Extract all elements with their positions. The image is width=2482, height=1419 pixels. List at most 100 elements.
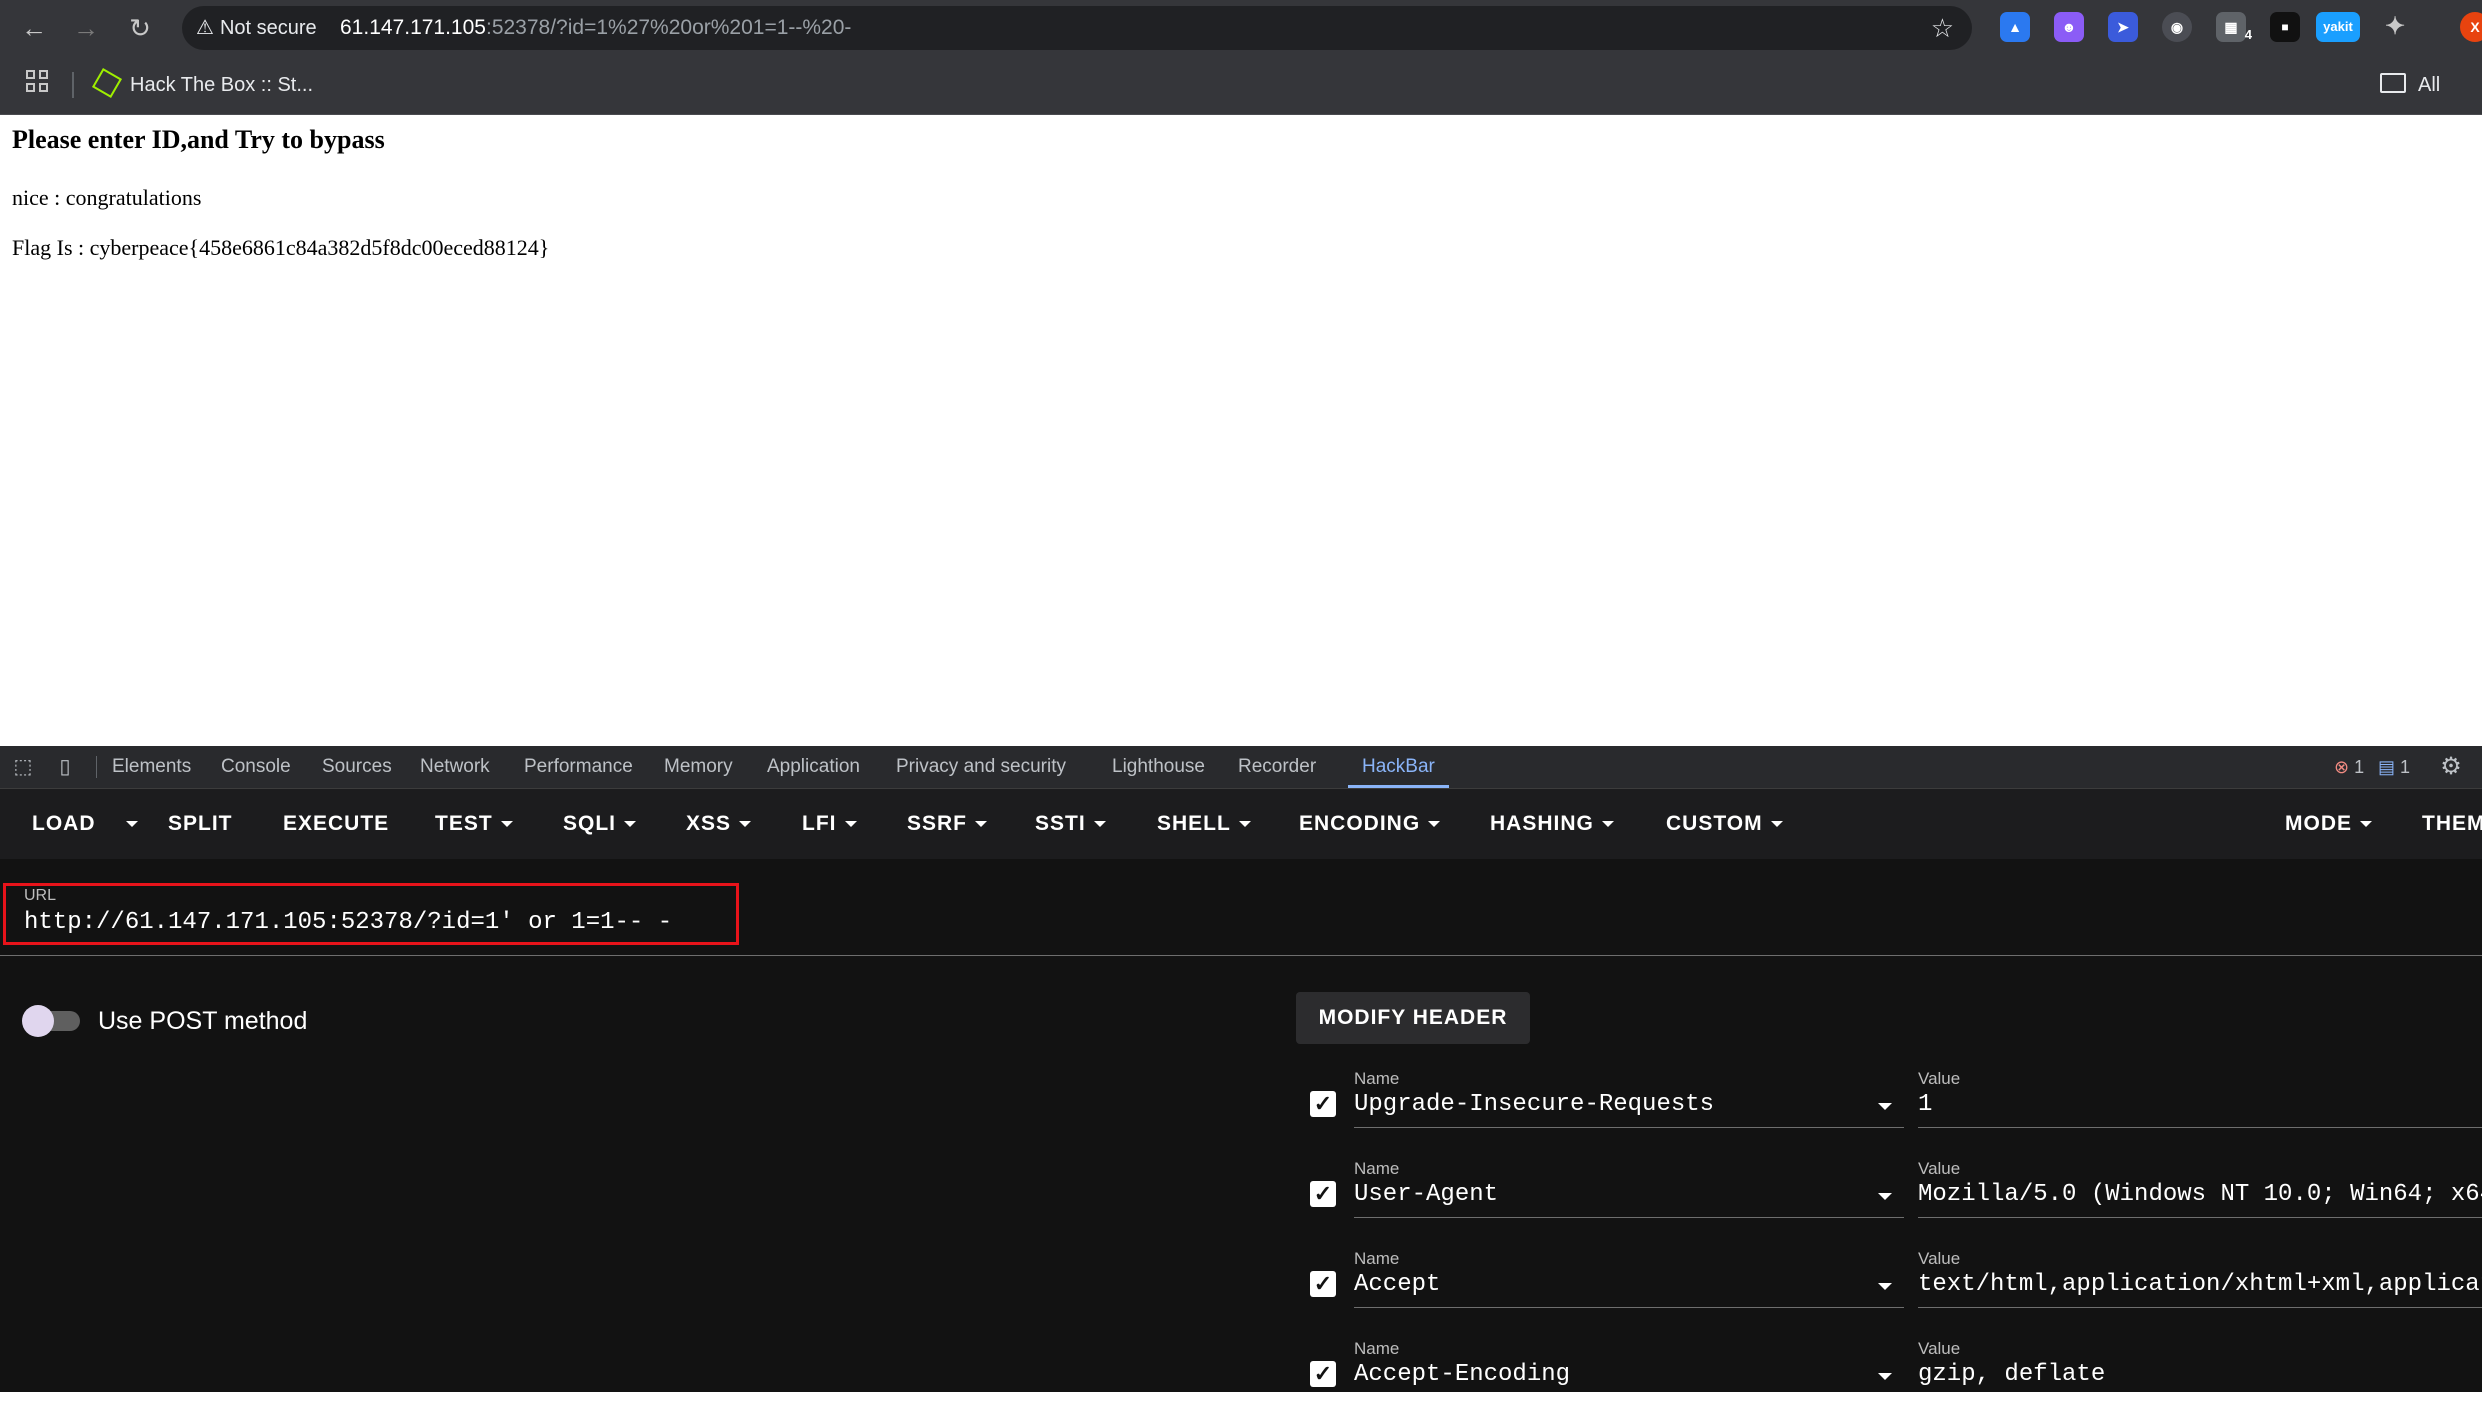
security-indicator[interactable]: ⚠ Not secure [196, 6, 317, 50]
warning-icon: ⚠ [196, 17, 214, 39]
tab-recorder[interactable]: Recorder [1238, 746, 1316, 788]
result-text: nice : congratulations [12, 185, 202, 210]
apps-grid-icon[interactable] [26, 70, 52, 96]
message-count[interactable]: ▤ 1 [2378, 746, 2410, 788]
tab-divider [96, 756, 97, 778]
lfi-menu[interactable]: LFI [802, 789, 857, 859]
chevron-down-icon [975, 821, 988, 827]
chevron-down-icon [126, 821, 138, 827]
chevron-down-icon [1601, 821, 1614, 827]
dropdown-arrow-icon[interactable] [1878, 1373, 1892, 1380]
forward-icon[interactable]: → [66, 8, 106, 48]
devtools-panel: ⬚ ▯ Elements Console Sources Network Per… [0, 746, 2482, 1392]
header-row: ✓ Name Accept Value text/html,applicatio… [1310, 1249, 2482, 1329]
bookmark-hackthebox[interactable]: Hack The Box :: St... [91, 56, 313, 114]
profile-avatar[interactable]: X [2460, 12, 2482, 42]
theme-menu[interactable]: THEME [2422, 789, 2482, 859]
custom-menu[interactable]: CUSTOM [1666, 789, 1783, 859]
modify-header-button[interactable]: MODIFY HEADER [1296, 992, 1530, 1044]
dropdown-arrow-icon[interactable] [1878, 1103, 1892, 1110]
name-underline [1354, 1307, 1904, 1308]
bookmarks-bar: Hack The Box :: St... All Bookmarks [0, 56, 2482, 154]
name-underline [1354, 1127, 1904, 1128]
header-value-input[interactable]: Mozilla/5.0 (Windows NT 10.0; Win64; x64… [1918, 1181, 2482, 1208]
post-toggle[interactable] [22, 1005, 54, 1037]
message-icon: ▤ [2378, 757, 2396, 777]
header-name-input[interactable]: Accept [1354, 1271, 1440, 1298]
dropdown-arrow-icon[interactable] [1878, 1283, 1892, 1290]
hackbar-toolbar: LOAD SPLIT EXECUTE TEST SQLI XSS LFI SSR… [0, 789, 2482, 859]
header-value-label: Value [1918, 1069, 1961, 1088]
hashing-menu[interactable]: HASHING [1490, 789, 1614, 859]
chevron-down-icon [844, 821, 857, 827]
tab-application[interactable]: Application [767, 746, 860, 788]
device-toolbar-icon[interactable]: ▯ [54, 756, 76, 778]
tab-console[interactable]: Console [221, 746, 291, 788]
extension-icon-4[interactable]: ◉ [2162, 12, 2192, 42]
value-underline [1918, 1217, 2482, 1218]
chevron-down-icon [1093, 821, 1106, 827]
yakit-extension-icon[interactable]: yakit [2316, 12, 2360, 42]
back-icon[interactable]: ← [14, 8, 54, 48]
header-value-label: Value [1918, 1339, 1961, 1358]
tab-privacy[interactable]: Privacy and security [896, 746, 1066, 788]
hackbar-body: URL http://61.147.171.105:52378/?id=1' o… [0, 859, 2482, 1392]
tab-sources[interactable]: Sources [322, 746, 392, 788]
extension-icon-3[interactable]: ➤ [2108, 12, 2138, 42]
settings-gear-icon[interactable]: ⚙ [2440, 755, 2462, 779]
header-name-label: Name [1354, 1339, 1400, 1358]
extension-icon-2[interactable]: ☻ [2054, 12, 2084, 42]
header-name-input[interactable]: Accept-Encoding [1354, 1361, 1570, 1388]
tab-hackbar[interactable]: HackBar [1348, 746, 1449, 788]
xss-menu[interactable]: XSS [686, 789, 752, 859]
tab-network[interactable]: Network [420, 746, 490, 788]
header-checkbox[interactable]: ✓ [1310, 1361, 1336, 1387]
header-name-input[interactable]: Upgrade-Insecure-Requests [1354, 1091, 1714, 1118]
address-url[interactable]: 61.147.171.105:52378/?id=1%27%20or%201=1… [340, 6, 851, 50]
inspect-element-icon[interactable]: ⬚ [12, 756, 34, 778]
chevron-down-icon [1428, 821, 1441, 827]
header-checkbox[interactable]: ✓ [1310, 1091, 1336, 1117]
header-checkbox[interactable]: ✓ [1310, 1181, 1336, 1207]
all-bookmarks[interactable]: All Bookmarks [2380, 56, 2482, 154]
tab-memory[interactable]: Memory [664, 746, 733, 788]
ssrf-menu[interactable]: SSRF [907, 789, 988, 859]
reload-icon[interactable]: ↻ [120, 8, 160, 48]
load-dropdown[interactable] [118, 789, 138, 859]
dropdown-arrow-icon[interactable] [1878, 1193, 1892, 1200]
header-value-input[interactable]: 1 [1918, 1091, 2482, 1118]
post-method-label: Use POST method [98, 1007, 308, 1035]
extension-icon-5[interactable]: ▦ 4 [2216, 12, 2252, 42]
test-menu[interactable]: TEST [435, 789, 513, 859]
bookmarks-divider [72, 72, 74, 98]
header-row: ✓ Name Accept-Encoding Value gzip, defla… [1310, 1339, 2482, 1419]
page-heading: Please enter ID,and Try to bypass [12, 125, 385, 154]
header-value-input[interactable]: gzip, deflate [1918, 1361, 2482, 1388]
split-button[interactable]: SPLIT [168, 789, 233, 859]
flag-text: Flag Is : cyberpeace{458e6861c84a382d5f8… [12, 235, 550, 260]
sqli-menu[interactable]: SQLI [563, 789, 637, 859]
extension-icon-6[interactable]: ■ [2270, 12, 2300, 42]
header-row: ✓ Name Upgrade-Insecure-Requests Value 1 [1310, 1069, 2482, 1149]
address-bar[interactable]: ⚠ Not secure 61.147.171.105:52378/?id=1%2… [182, 6, 1972, 50]
ssti-menu[interactable]: SSTI [1035, 789, 1106, 859]
tab-lighthouse[interactable]: Lighthouse [1112, 746, 1205, 788]
tab-performance[interactable]: Performance [524, 746, 633, 788]
tab-elements[interactable]: Elements [112, 746, 191, 788]
shell-menu[interactable]: SHELL [1157, 789, 1251, 859]
error-count[interactable]: ⊗ 1 [2334, 746, 2364, 788]
execute-button[interactable]: EXECUTE [283, 789, 389, 859]
encoding-menu[interactable]: ENCODING [1299, 789, 1441, 859]
header-name-input[interactable]: User-Agent [1354, 1181, 1498, 1208]
bookmark-star-icon[interactable]: ☆ [1931, 6, 1954, 50]
highlight-box [3, 883, 739, 945]
url-input-underline [0, 955, 2482, 956]
chevron-down-icon [739, 821, 752, 827]
devtools-tab-bar: ⬚ ▯ Elements Console Sources Network Per… [0, 746, 2482, 789]
mode-menu[interactable]: MODE [2285, 789, 2372, 859]
extensions-puzzle-icon[interactable]: ✦ [2380, 12, 2410, 42]
header-value-input[interactable]: text/html,application/xhtml+xml,applicat… [1918, 1271, 2482, 1298]
load-button[interactable]: LOAD [32, 789, 96, 859]
header-checkbox[interactable]: ✓ [1310, 1271, 1336, 1297]
extension-icon-1[interactable]: ▲ [2000, 12, 2030, 42]
